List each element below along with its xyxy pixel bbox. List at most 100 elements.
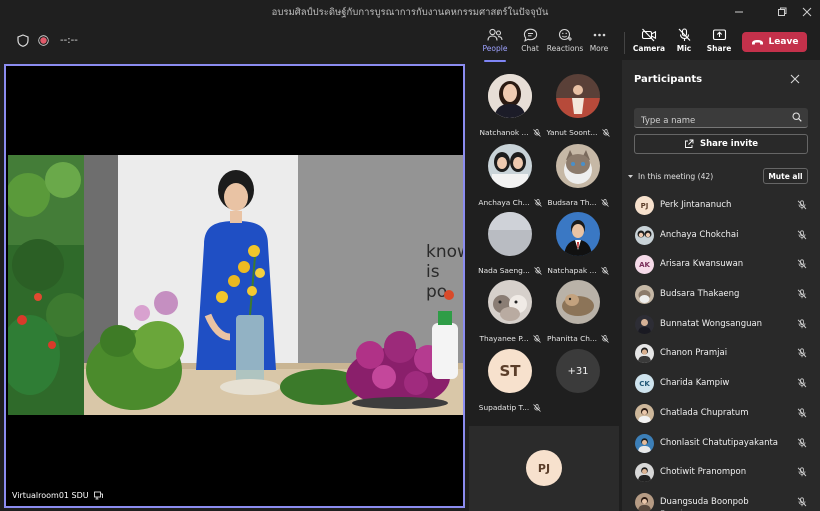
phone-hangup-icon <box>751 39 763 44</box>
mic-off-icon[interactable] <box>797 200 807 210</box>
mic-off-icon <box>533 198 542 207</box>
close-icon <box>802 7 812 17</box>
search-icon[interactable] <box>792 112 802 122</box>
participant-avatar <box>635 433 654 453</box>
participant-search-input[interactable] <box>634 112 774 130</box>
gallery-tile[interactable]: ST Supadatip T... <box>476 349 544 415</box>
gallery-tile[interactable]: Phanitta Ch... <box>544 280 612 346</box>
gallery-tile-name: Budsara Th... <box>544 198 612 207</box>
mic-off-icon[interactable] <box>797 348 807 358</box>
mic-off-icon <box>532 334 541 343</box>
participant-avatar <box>635 344 654 364</box>
mic-off-icon[interactable] <box>797 319 807 329</box>
stage-name-tag: Virtualroom01 SDU <box>12 491 103 500</box>
gallery-tile-name: Anchaya Ch... <box>476 198 544 207</box>
close-panel-button[interactable] <box>790 73 800 87</box>
close-window-button[interactable] <box>792 3 820 21</box>
participant-avatar <box>635 225 654 245</box>
in-meeting-section-toggle[interactable]: In this meeting (42) <box>627 172 713 181</box>
mic-off-icon <box>532 128 541 137</box>
mic-off-icon[interactable] <box>797 378 807 388</box>
camera-button[interactable]: Camera <box>630 28 668 58</box>
gallery-tile-name: Nada Saeng... <box>476 266 544 275</box>
restore-icon <box>778 7 787 16</box>
self-avatar-initials: PJ <box>526 450 562 486</box>
share-icon <box>712 29 726 41</box>
teams-meeting-window: อบรมศิลป์ประดิษฐ์กับการบูรณาการกับงานคหก… <box>0 0 820 511</box>
minimize-button[interactable] <box>724 3 754 21</box>
gallery-tile[interactable]: Natchapak ... <box>544 212 612 278</box>
mute-all-button[interactable]: Mute all <box>763 168 808 184</box>
mic-off-icon[interactable] <box>797 259 807 269</box>
mic-off-icon[interactable] <box>797 230 807 240</box>
gallery-tile[interactable]: Natchanok ... <box>476 74 544 140</box>
participant-row[interactable]: Chotiwit Pranompon <box>622 459 820 489</box>
gallery-tile[interactable]: Nada Saeng... <box>476 212 544 278</box>
participant-row[interactable]: AK Arisara Kwansuwan <box>622 251 820 281</box>
background-sign-text-3: po <box>426 282 447 302</box>
participant-name: Chatlada Chupratum <box>660 407 749 418</box>
screen-share-icon <box>93 491 103 500</box>
participants-panel: Participants Share invite In this meetin… <box>622 60 820 511</box>
participant-name: Duangsuda Boonpob <box>660 496 749 507</box>
mic-off-icon[interactable] <box>797 467 807 477</box>
leave-button[interactable]: Leave <box>742 32 807 52</box>
main-video-stage[interactable]: know is po <box>4 64 465 508</box>
gallery-tile-name: Thayanee P... <box>476 334 544 343</box>
mic-off-icon[interactable] <box>797 289 807 299</box>
mic-off-icon <box>534 266 542 275</box>
chat-button[interactable]: Chat <box>511 28 549 58</box>
avatar <box>488 74 532 118</box>
share-invite-label: Share invite <box>699 139 759 149</box>
participant-search <box>634 108 808 130</box>
close-icon <box>790 74 800 84</box>
gallery-tile[interactable]: Thayanee P... <box>476 280 544 346</box>
gallery-tile[interactable]: Yanut Soont... <box>544 74 612 140</box>
participant-row[interactable]: PJ Perk Jintananuch <box>622 192 820 222</box>
participant-name: Arisara Kwansuwan <box>660 259 744 270</box>
gallery-tile-name: Natchapak ... <box>544 266 612 275</box>
share-invite-button[interactable]: Share invite <box>634 134 808 154</box>
gallery-tile-name: Phanitta Ch... <box>544 334 612 343</box>
participant-name: Chotiwit Pranompon <box>660 467 747 478</box>
participant-row[interactable]: Anchaya Chokchai <box>622 222 820 252</box>
chevron-down-icon <box>628 175 633 178</box>
overflow-count: +31 <box>556 349 600 393</box>
mic-off-icon[interactable] <box>797 437 807 448</box>
participant-name: Anchaya Chokchai <box>660 229 739 240</box>
reactions-label: Reactions <box>546 44 584 53</box>
participant-list: PJ Perk Jintananuch Anchaya Chokchai AK … <box>622 192 820 511</box>
mic-off-icon[interactable] <box>797 497 807 507</box>
more-button[interactable]: More <box>580 28 618 58</box>
gallery-tile[interactable]: Budsara Th... <box>544 144 612 210</box>
participant-name: Charida Kampiw <box>660 378 730 389</box>
people-button[interactable]: People <box>476 28 514 62</box>
more-participants-tile[interactable]: +31 <box>544 349 612 415</box>
mic-off-icon[interactable] <box>797 408 807 418</box>
participant-row[interactable]: Chatlada Chupratum <box>622 400 820 430</box>
participant-row[interactable]: CK Charida Kampiw <box>622 370 820 400</box>
participant-row[interactable]: Chonlasit Chatutipayakanta <box>622 430 820 460</box>
mic-off-icon <box>600 198 609 207</box>
participant-name: Perk Jintananuch <box>660 200 732 210</box>
self-view-tile[interactable]: PJ <box>469 426 619 511</box>
avatar <box>556 74 600 118</box>
mic-button[interactable]: Mic <box>665 28 703 58</box>
gallery-tile[interactable]: Anchaya Ch... <box>476 144 544 210</box>
participant-avatar <box>635 285 654 305</box>
avatar <box>556 280 600 324</box>
participant-name: Chanon Pramjai <box>660 348 728 359</box>
mic-off-icon <box>601 334 609 343</box>
avatar <box>488 212 532 256</box>
participant-row[interactable]: Chanon Pramjai <box>622 340 820 370</box>
gallery-tile-name: Yanut Soont... <box>544 128 612 137</box>
participant-row[interactable]: Budsara Thakaeng <box>622 281 820 311</box>
participant-avatar: CK <box>635 374 654 394</box>
reactions-button[interactable]: Reactions <box>545 28 585 58</box>
people-icon <box>487 28 503 41</box>
more-label: More <box>589 44 609 53</box>
leave-label: Leave <box>768 37 799 47</box>
participant-row[interactable]: Duangsuda Boonpob Organizer <box>622 489 820 511</box>
share-button[interactable]: Share <box>700 28 738 58</box>
participant-row[interactable]: Bunnatat Wongsanguan <box>622 311 820 341</box>
